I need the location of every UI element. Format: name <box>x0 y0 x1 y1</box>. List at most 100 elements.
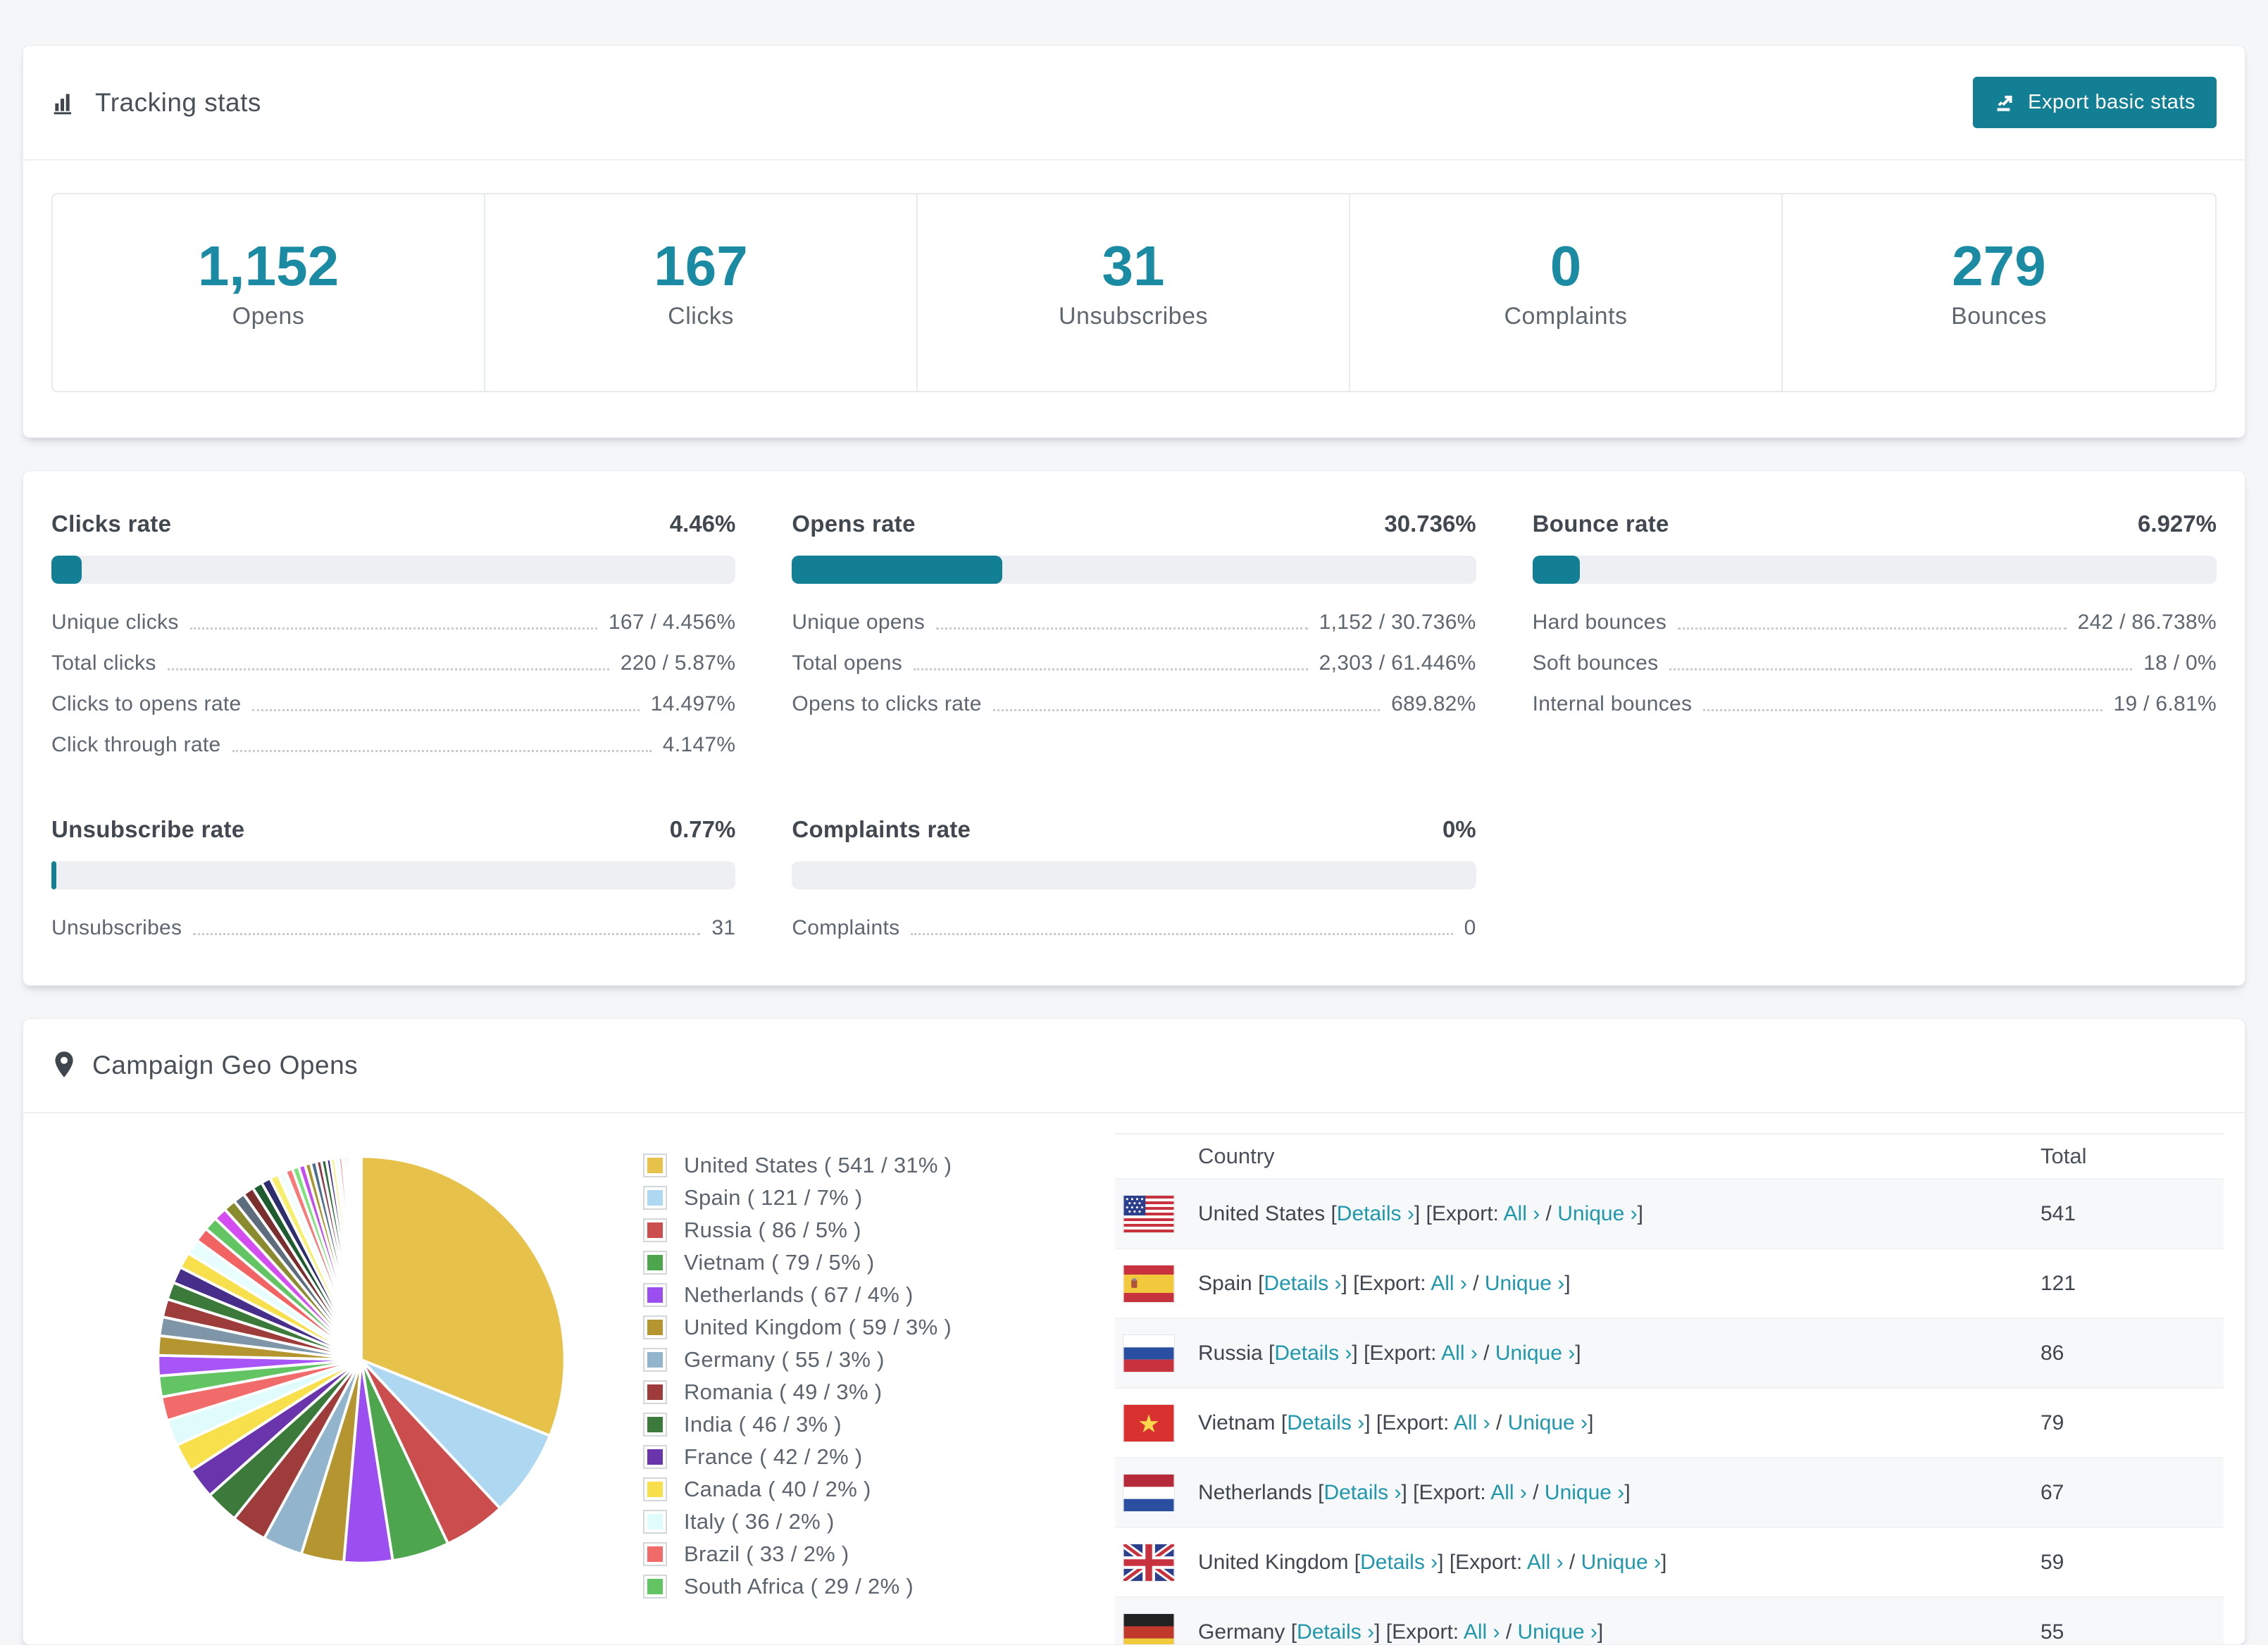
legend-swatch <box>643 1575 667 1599</box>
legend-item-russia[interactable]: Russia ( 86 / 5% ) <box>643 1218 1066 1243</box>
legend-item-south-africa[interactable]: South Africa ( 29 / 2% ) <box>643 1574 1066 1599</box>
rates-card: Clicks rate 4.46% Unique clicks 167 / 4.456… <box>23 470 2245 986</box>
export-unique-link[interactable]: Unique › <box>1545 1481 1624 1504</box>
dotted-leader <box>992 709 1381 711</box>
export-unique-link[interactable]: Unique › <box>1518 1620 1597 1644</box>
export-all-link[interactable]: All › <box>1441 1341 1478 1365</box>
total-cell: 121 <box>2040 1271 2076 1295</box>
rate-row-label: Hard bounces <box>1532 611 1667 634</box>
legend-swatch <box>643 1153 667 1177</box>
flag-ru-icon <box>1123 1334 1174 1372</box>
dotted-leader <box>1703 709 2102 711</box>
legend-label: India ( 46 / 3% ) <box>684 1412 842 1437</box>
rate-row-value: 220 / 5.87% <box>620 651 736 675</box>
rate-block-complaints: Complaints rate 0% Complaints 0 <box>792 816 1476 940</box>
legend-label: Russia ( 86 / 5% ) <box>684 1218 861 1242</box>
legend-swatch-color <box>647 1287 663 1303</box>
legend-item-romania[interactable]: Romania ( 49 / 3% ) <box>643 1380 1066 1405</box>
legend-label: Germany ( 55 / 3% ) <box>684 1347 885 1372</box>
legend-item-united-states[interactable]: United States ( 541 / 31% ) <box>643 1153 1066 1178</box>
export-all-link[interactable]: All › <box>1431 1272 1467 1295</box>
rate-row: Complaints 0 <box>792 916 1476 940</box>
rate-row-label: Complaints <box>792 916 900 939</box>
legend-item-netherlands[interactable]: Netherlands ( 67 / 4% ) <box>643 1282 1066 1308</box>
export-unique-link[interactable]: Unique › <box>1485 1272 1564 1295</box>
progress-bar <box>51 861 736 889</box>
country-cell: United States [Details ›] [Export: All ›… <box>1198 1201 1643 1225</box>
rate-row: Unique opens 1,152 / 30.736% <box>792 611 1476 634</box>
progress-bar <box>792 861 1476 889</box>
export-unique-link[interactable]: Unique › <box>1508 1411 1588 1434</box>
dotted-leader <box>252 709 640 711</box>
geo-pie-chart <box>143 1142 580 1644</box>
country-name: United Kingdom <box>1198 1550 1354 1574</box>
rate-row: Click through rate 4.147% <box>51 733 735 757</box>
rate-block-opens: Opens rate 30.736% Unique opens 1,152 / 30.… <box>792 511 1476 757</box>
export-all-link[interactable]: All › <box>1464 1620 1500 1644</box>
country-cell: United Kingdom [Details ›] [Export: All … <box>1198 1550 1667 1574</box>
rate-value: 0% <box>1442 816 1476 842</box>
rate-row-value: 689.82% <box>1391 692 1476 715</box>
export-basic-stats-button[interactable]: Export basic stats <box>1973 77 2217 128</box>
rate-title: Bounce rate <box>1532 511 1669 537</box>
export-unique-link[interactable]: Unique › <box>1557 1202 1637 1225</box>
legend-item-vietnam[interactable]: Vietnam ( 79 / 5% ) <box>643 1250 1066 1275</box>
details-link[interactable]: Details › <box>1287 1411 1364 1434</box>
rate-row-value: 19 / 6.81% <box>2113 692 2217 715</box>
legend-item-india[interactable]: India ( 46 / 3% ) <box>643 1412 1066 1437</box>
rate-row: Soft bounces 18 / 0% <box>1533 651 2217 675</box>
rate-rows: Complaints 0 <box>792 916 1476 940</box>
rate-row: Unsubscribes 31 <box>51 916 735 940</box>
export-all-link[interactable]: All › <box>1454 1411 1490 1434</box>
legend-item-italy[interactable]: Italy ( 36 / 2% ) <box>643 1509 1066 1534</box>
details-link[interactable]: Details › <box>1297 1620 1374 1644</box>
legend-item-canada[interactable]: Canada ( 40 / 2% ) <box>643 1477 1066 1502</box>
legend-item-germany[interactable]: Germany ( 55 / 3% ) <box>643 1347 1066 1372</box>
dotted-leader <box>232 750 652 752</box>
country-cell: Netherlands [Details ›] [Export: All › /… <box>1198 1480 1631 1504</box>
rate-row: Clicks to opens rate 14.497% <box>51 692 735 716</box>
rate-row-label: Soft bounces <box>1532 651 1659 675</box>
legend-item-united-kingdom[interactable]: United Kingdom ( 59 / 3% ) <box>643 1315 1066 1340</box>
flag-de-icon <box>1123 1613 1174 1644</box>
total-cell: 59 <box>2040 1550 2064 1574</box>
summary-label: Unsubscribes <box>1059 303 1208 330</box>
details-link[interactable]: Details › <box>1274 1341 1352 1365</box>
export-all-link[interactable]: All › <box>1490 1481 1527 1504</box>
summary-cell-bounces: 279 Bounces <box>1783 194 2215 391</box>
legend-item-brazil[interactable]: Brazil ( 33 / 2% ) <box>643 1541 1066 1567</box>
details-link[interactable]: Details › <box>1264 1272 1341 1295</box>
rate-value: 6.927% <box>2138 511 2217 537</box>
geo-table-body: United States [Details ›] [Export: All ›… <box>1115 1178 2224 1644</box>
export-all-link[interactable]: All › <box>1504 1202 1540 1225</box>
progress-bar <box>792 556 1476 584</box>
flag-vn-icon: ★ <box>1123 1404 1174 1441</box>
rate-head: Bounce rate 6.927% <box>1533 511 2217 537</box>
export-unique-link[interactable]: Unique › <box>1495 1341 1575 1365</box>
summary-label: Complaints <box>1504 303 1628 330</box>
legend-swatch <box>643 1510 667 1534</box>
export-unique-link[interactable]: Unique › <box>1581 1551 1661 1574</box>
rate-value: 4.46% <box>669 511 736 537</box>
country-name: Vietnam <box>1198 1411 1281 1434</box>
rate-row: Hard bounces 242 / 86.738% <box>1533 611 2217 634</box>
rate-title: Unsubscribe rate <box>51 816 245 842</box>
flag-us-icon <box>1123 1195 1174 1232</box>
rate-row-value: 242 / 86.738% <box>2077 611 2217 634</box>
export-all-link[interactable]: All › <box>1527 1551 1564 1574</box>
rate-row-label: Internal bounces <box>1532 692 1693 715</box>
legend-swatch-color <box>647 1449 663 1465</box>
legend-swatch <box>643 1348 667 1372</box>
rate-rows: Hard bounces 242 / 86.738% Soft bounces 18 … <box>1533 611 2217 716</box>
country-name: Germany <box>1198 1620 1291 1644</box>
legend-swatch <box>643 1186 667 1210</box>
legend-item-spain[interactable]: Spain ( 121 / 7% ) <box>643 1185 1066 1211</box>
legend-item-france[interactable]: France ( 42 / 2% ) <box>643 1444 1066 1470</box>
rate-row-label: Clicks to opens rate <box>51 692 242 715</box>
details-link[interactable]: Details › <box>1337 1202 1414 1225</box>
details-link[interactable]: Details › <box>1323 1481 1401 1504</box>
geo-opens-card: Campaign Geo Opens United States ( 541 /… <box>23 1018 2245 1645</box>
details-link[interactable]: Details › <box>1360 1551 1438 1574</box>
summary-value: 0 <box>1550 234 1582 297</box>
tracking-stats-header: Tracking stats Export basic stats <box>23 46 2245 161</box>
